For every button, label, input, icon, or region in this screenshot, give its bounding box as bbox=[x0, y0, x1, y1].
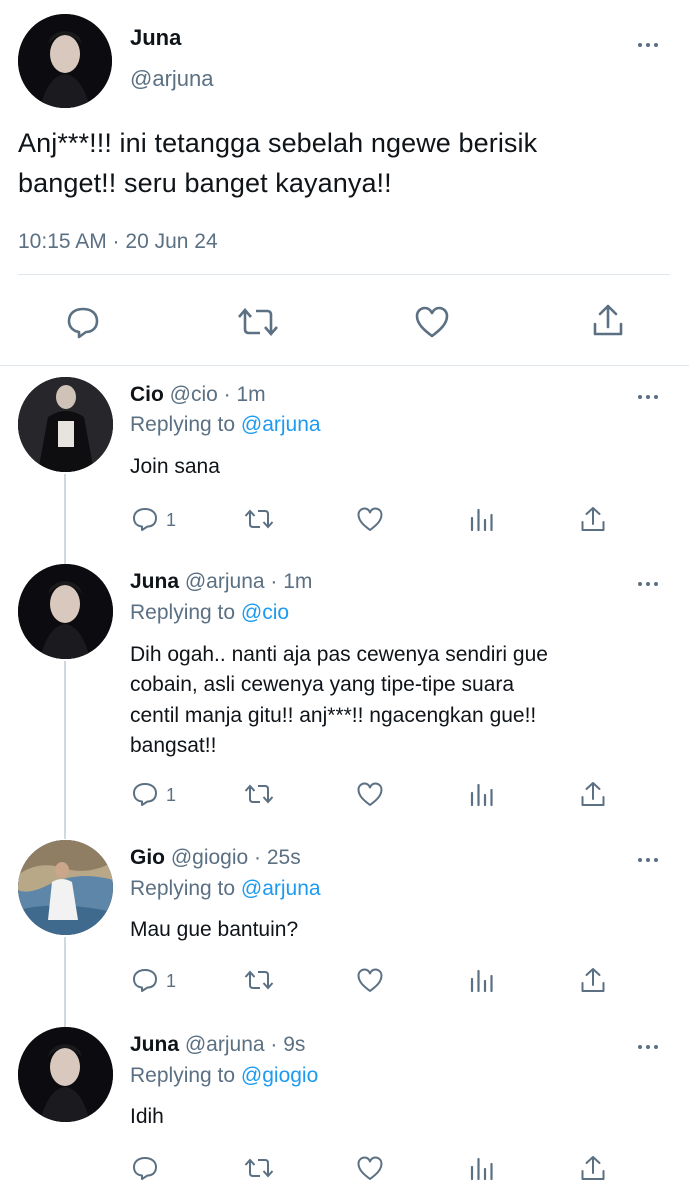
reply-icon[interactable] bbox=[132, 1155, 158, 1181]
reply-count: 1 bbox=[166, 785, 177, 805]
reply-count: 1 bbox=[166, 510, 177, 530]
analytics-icon[interactable] bbox=[469, 781, 495, 807]
like-icon[interactable] bbox=[356, 506, 384, 532]
retweet-icon[interactable] bbox=[244, 781, 274, 807]
more-options-icon[interactable] bbox=[638, 392, 662, 402]
analytics-icon[interactable] bbox=[469, 967, 495, 993]
reply-text-line: Dih ogah.. nanti aja pas cewenya sendiri… bbox=[130, 643, 548, 666]
reply-icon[interactable] bbox=[132, 781, 158, 807]
avatar[interactable] bbox=[18, 1027, 113, 1122]
replying-to-link[interactable]: @arjuna bbox=[241, 877, 321, 900]
retweet-icon[interactable] bbox=[238, 305, 278, 339]
section-divider bbox=[0, 365, 689, 366]
replying-to-label: Replying to bbox=[130, 877, 236, 900]
replying-to-label: Replying to bbox=[130, 1064, 236, 1087]
tweet-text-line: Anj***!!! ini tetangga sebelah ngewe ber… bbox=[18, 128, 538, 158]
thread-line bbox=[64, 661, 66, 839]
like-icon[interactable] bbox=[356, 781, 384, 807]
avatar[interactable] bbox=[18, 14, 112, 108]
reply-icon[interactable] bbox=[132, 967, 158, 993]
retweet-icon[interactable] bbox=[244, 1155, 274, 1181]
avatar[interactable] bbox=[18, 564, 113, 659]
author-name[interactable]: Gio bbox=[130, 846, 165, 869]
reply-icon[interactable] bbox=[132, 506, 158, 532]
like-icon[interactable] bbox=[356, 967, 384, 993]
more-options-icon[interactable] bbox=[638, 579, 662, 589]
reply-text-line: bangsat!! bbox=[130, 734, 217, 757]
share-icon[interactable] bbox=[580, 780, 606, 807]
author-name[interactable]: Juna bbox=[130, 1033, 179, 1056]
more-options-icon[interactable] bbox=[638, 855, 662, 865]
replying-to-label: Replying to bbox=[130, 601, 236, 624]
replying-to-label: Replying to bbox=[130, 413, 236, 436]
like-icon[interactable] bbox=[356, 1155, 384, 1181]
author-handle-time[interactable]: @cio · 1m bbox=[170, 383, 266, 406]
share-icon[interactable] bbox=[580, 1154, 606, 1181]
retweet-icon[interactable] bbox=[244, 506, 274, 532]
author-name[interactable]: Cio bbox=[130, 383, 164, 406]
share-icon[interactable] bbox=[580, 966, 606, 993]
like-icon[interactable] bbox=[414, 305, 450, 339]
more-options-icon[interactable] bbox=[638, 40, 662, 50]
divider bbox=[18, 274, 670, 275]
analytics-icon[interactable] bbox=[469, 1155, 495, 1181]
reply-text-line: Idih bbox=[130, 1105, 164, 1128]
thread-line bbox=[64, 937, 66, 1027]
author-handle[interactable]: @arjuna bbox=[130, 66, 214, 92]
replying-to-link[interactable]: @cio bbox=[241, 601, 289, 624]
reply-text-line: Join sana bbox=[130, 455, 220, 478]
share-icon[interactable] bbox=[592, 303, 624, 337]
replying-to-link[interactable]: @arjuna bbox=[241, 413, 321, 436]
author-handle-time[interactable]: @giogio · 25s bbox=[171, 846, 301, 869]
reply-icon[interactable] bbox=[66, 305, 100, 339]
replying-to-link[interactable]: @giogio bbox=[241, 1064, 318, 1087]
analytics-icon[interactable] bbox=[469, 506, 495, 532]
more-options-icon[interactable] bbox=[638, 1042, 662, 1052]
tweet-timestamp[interactable]: 10:15 AM · 20 Jun 24 bbox=[18, 230, 218, 254]
author-name[interactable]: Juna bbox=[130, 25, 181, 51]
retweet-icon[interactable] bbox=[244, 967, 274, 993]
share-icon[interactable] bbox=[580, 505, 606, 532]
reply-text-line: Mau gue bantuin? bbox=[130, 918, 299, 941]
thread-line bbox=[64, 474, 66, 566]
reply-text-line: centil manja gitu!! anj***!! ngacengkan … bbox=[130, 704, 537, 727]
reply-text-line: cobain, asli cewenya yang tipe-tipe suar… bbox=[130, 673, 515, 696]
tweet-text-line: banget!! seru banget kayanya!! bbox=[18, 168, 392, 198]
main-tweet: Juna @arjuna Anj***!!! ini tetangga sebe… bbox=[0, 0, 689, 365]
author-handle-time[interactable]: @arjuna · 1m bbox=[185, 570, 313, 593]
reply-count: 1 bbox=[166, 971, 177, 991]
avatar[interactable] bbox=[18, 840, 113, 935]
author-handle-time[interactable]: @arjuna · 9s bbox=[185, 1033, 306, 1056]
avatar[interactable] bbox=[18, 377, 113, 472]
author-name[interactable]: Juna bbox=[130, 570, 179, 593]
